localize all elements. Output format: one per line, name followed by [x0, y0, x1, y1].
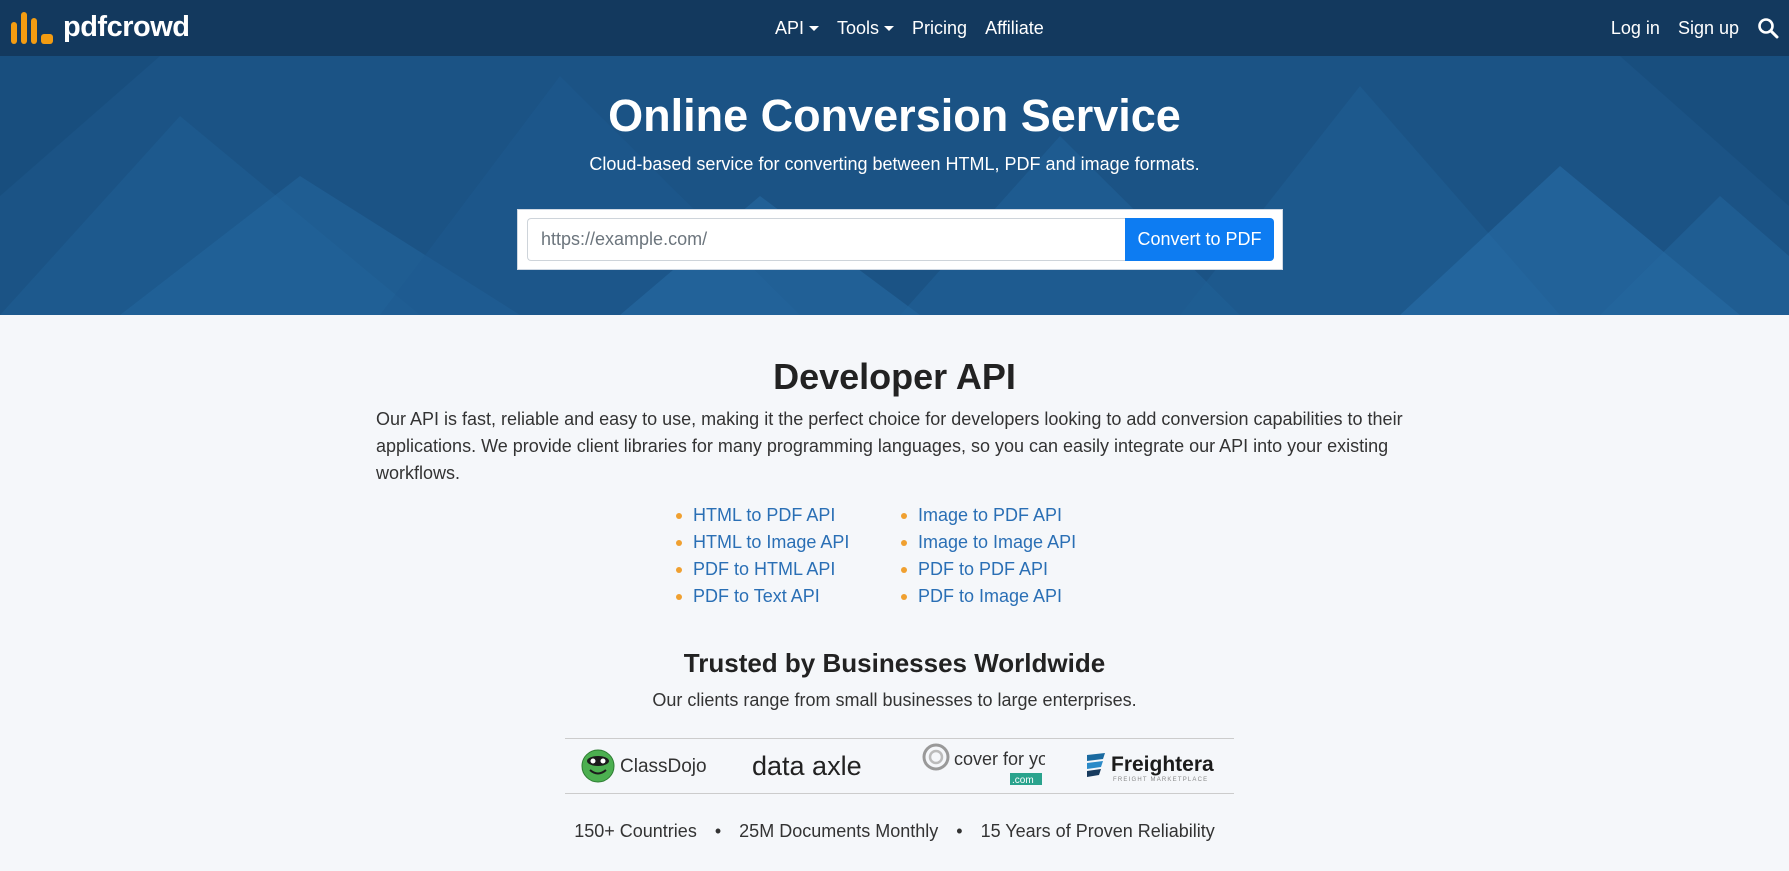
nav-api-dropdown[interactable]: API [775, 17, 820, 39]
logo-text: pdfcrowd [63, 10, 190, 43]
api-list-left: HTML to PDF API HTML to Image API PDF to… [676, 502, 849, 610]
stat-countries: 150+ Countries [574, 821, 697, 841]
list-item: Image to Image API [901, 529, 1076, 556]
freightera-logo: Freightera FREIGHT MARKETPLACE [1087, 753, 1214, 783]
freightera-tagline: FREIGHT MARKETPLACE [1113, 777, 1208, 783]
login-link[interactable]: Log in [1611, 18, 1660, 39]
freightera-wordmark: Freightera [1111, 753, 1214, 776]
list-item: PDF to HTML API [676, 556, 849, 583]
nav-tools-dropdown[interactable]: Tools [837, 17, 895, 39]
api-list-right: Image to PDF API Image to Image API PDF … [901, 502, 1076, 610]
list-item: PDF to Text API [676, 583, 849, 610]
hero-title: Online Conversion Service [608, 90, 1181, 141]
nav-pricing-link[interactable]: Pricing [912, 18, 967, 39]
developer-api-heading: Developer API [773, 356, 1016, 397]
account-nav: Log in Sign up [1611, 0, 1779, 56]
api-link[interactable]: PDF to HTML API [693, 559, 835, 579]
top-navbar: pdfcrowd API Tools Pricing Affiliate Log… [0, 0, 1789, 56]
logo-bars-icon [11, 12, 53, 44]
stat-years: 15 Years of Proven Reliability [980, 821, 1215, 841]
list-item: PDF to Image API [901, 583, 1076, 610]
stat-documents: 25M Documents Monthly [739, 821, 939, 841]
api-link[interactable]: Image to Image API [918, 532, 1076, 552]
hero-section: Online Conversion Service Cloud-based se… [0, 56, 1789, 315]
nav-pricing-label: Pricing [912, 17, 968, 38]
nav-api-label: API [775, 17, 805, 38]
stats-line: 150+ Countries • 25M Documents Monthly •… [0, 821, 1789, 842]
convert-form: Convert to PDF [517, 209, 1283, 270]
convert-to-pdf-button[interactable]: Convert to PDF [1125, 218, 1274, 261]
list-item: Image to PDF API [901, 502, 1076, 529]
cover-for-you-suffix: .com [1012, 775, 1034, 786]
api-link[interactable]: HTML to Image API [693, 532, 849, 552]
trusted-heading: Trusted by Businesses Worldwide [683, 648, 1106, 678]
pdfcrowd-logo[interactable]: pdfcrowd [10, 9, 190, 45]
developer-api-description: Our API is fast, reliable and easy to us… [376, 409, 1403, 483]
api-link[interactable]: Image to PDF API [918, 505, 1062, 525]
nav-affiliate-link[interactable]: Affiliate [985, 18, 1044, 39]
url-input[interactable] [527, 218, 1127, 261]
stat-separator: • [956, 821, 963, 841]
caret-down-icon [809, 25, 820, 31]
list-item: HTML to Image API [676, 529, 849, 556]
api-link[interactable]: PDF to Image API [918, 586, 1062, 606]
list-item: PDF to PDF API [901, 556, 1076, 583]
nav-affiliate-label: Affiliate [985, 17, 1044, 38]
search-icon[interactable] [1757, 17, 1779, 39]
hero-subtitle: Cloud-based service for converting betwe… [589, 154, 1200, 174]
client-logos-strip: ClassDojo data axle cover for you .com F… [565, 738, 1234, 794]
caret-down-icon [884, 25, 895, 31]
data-axle-logo: data axle [752, 751, 862, 781]
data-axle-wordmark: data axle [752, 751, 862, 781]
classdojo-logo: ClassDojo [581, 749, 707, 783]
list-item: HTML to PDF API [676, 502, 849, 529]
stat-separator: • [714, 821, 722, 841]
signup-link[interactable]: Sign up [1678, 18, 1739, 39]
api-link[interactable]: PDF to Text API [693, 586, 820, 606]
nav-tools-label: Tools [837, 17, 880, 38]
trusted-subtitle: Our clients range from small businesses … [652, 690, 1137, 710]
classdojo-wordmark: ClassDojo [620, 756, 707, 777]
main-nav: API Tools Pricing Affiliate [775, 0, 1062, 56]
cover-for-you-wordmark: cover for you [954, 749, 1045, 769]
api-link[interactable]: PDF to PDF API [918, 559, 1048, 579]
cover-for-you-logo: cover for you .com [922, 743, 1045, 786]
api-link[interactable]: HTML to PDF API [693, 505, 835, 525]
